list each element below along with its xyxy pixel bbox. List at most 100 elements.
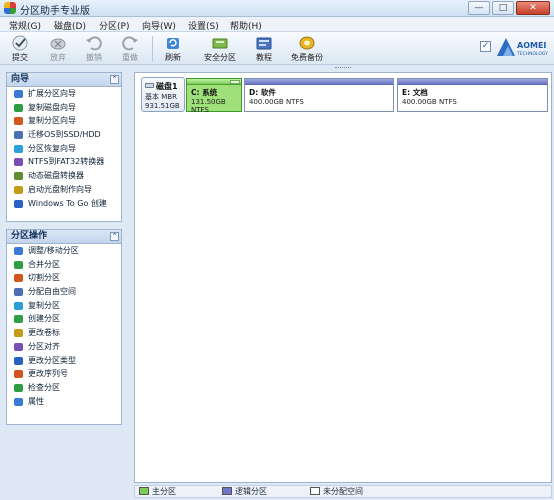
wizard-item[interactable]: 迁移OS到SSD/HDD <box>7 128 121 142</box>
free-backup-button[interactable]: 免费备份 <box>286 34 328 64</box>
partition-op-item[interactable]: 属性 <box>7 395 121 409</box>
toolbar-checkbox[interactable]: ✓ <box>480 41 491 52</box>
partition-op-item[interactable]: 分区对齐 <box>7 340 121 354</box>
ops-collapse-button[interactable]: ⌃ <box>110 232 119 241</box>
partition-op-item-icon <box>14 356 23 365</box>
wizard-item-label: NTFS到FAT32转换器 <box>28 157 105 167</box>
wizard-item-icon <box>14 90 23 98</box>
app-logo-icon <box>4 2 16 14</box>
partition-op-item[interactable]: 复制分区 <box>7 299 121 313</box>
partition-e[interactable]: E: 文档 400.00GB NTFS <box>397 78 548 112</box>
legend-primary-label: 主分区 <box>152 487 176 496</box>
legend-logical-label: 逻辑分区 <box>235 487 267 496</box>
menu-general[interactable]: 常规(G) <box>9 19 41 32</box>
partition-op-item-label: 复制分区 <box>28 300 60 310</box>
partition-name: E: 文档 <box>402 88 428 97</box>
tutorial-icon <box>256 37 272 50</box>
safe-partition-button[interactable]: 安全分区 <box>200 34 240 64</box>
partition-op-item[interactable]: 更改卷标 <box>7 326 121 340</box>
close-button[interactable]: ✕ <box>516 1 550 15</box>
disk-size: 931.51GB <box>145 102 180 110</box>
partition-op-item-label: 更改分区类型 <box>28 355 76 365</box>
wizard-panel: 向导 ⌃ 扩展分区向导 复制磁盘向导复制分区向导 迁移OS到SSD/HDD 分区恢复向… <box>6 72 122 222</box>
wizard-item-icon <box>14 172 23 181</box>
menu-wizard[interactable]: 向导(W) <box>142 19 176 32</box>
undo-label: 撤销 <box>86 53 102 62</box>
partition-op-item-icon <box>14 274 23 283</box>
menu-disk[interactable]: 磁盘(D) <box>54 19 86 32</box>
wizard-collapse-button[interactable]: ⌃ <box>110 75 119 84</box>
redo-button[interactable]: 重做 <box>116 34 144 64</box>
legend-primary-swatch <box>139 487 149 495</box>
wizard-item-icon <box>14 103 23 112</box>
partition-op-item[interactable]: 合并分区 <box>7 258 121 272</box>
legend-unallocated: 未分配空间 <box>310 487 363 497</box>
toolbar-separator <box>152 36 153 62</box>
menu-settings[interactable]: 设置(S) <box>188 19 219 32</box>
partition-name: C: 系统 <box>191 88 218 97</box>
partition-op-item-icon <box>14 288 23 297</box>
partition-op-item[interactable]: 创建分区 <box>7 312 121 326</box>
disk-map-area: 磁盘1 基本 MBR 931.51GB C: 系统 131.50GB NTFS … <box>134 72 552 483</box>
disk-icon <box>145 83 154 88</box>
refresh-label: 刷新 <box>165 53 181 62</box>
ops-panel-title: 分区操作 <box>11 231 48 241</box>
wizard-panel-header: 向导 ⌃ <box>7 73 121 87</box>
partition-op-item-label: 分配自由空间 <box>28 287 76 297</box>
wizard-item[interactable]: 扩展分区向导 <box>7 87 121 101</box>
legend-logical-swatch <box>222 487 232 495</box>
discard-label: 放弃 <box>50 53 66 62</box>
undo-icon <box>86 36 102 51</box>
disk-card[interactable]: 磁盘1 基本 MBR 931.51GB <box>141 77 185 112</box>
redo-icon <box>122 36 138 51</box>
wizard-item-label: 动态磁盘转换器 <box>28 171 84 181</box>
wizard-item-icon <box>14 199 23 208</box>
menu-help[interactable]: 帮助(H) <box>230 19 262 32</box>
partition-c[interactable]: C: 系统 131.50GB NTFS <box>186 78 242 114</box>
discard-button[interactable]: 放弃 <box>44 34 72 64</box>
wizard-item[interactable]: NTFS到FAT32转换器 <box>7 155 121 169</box>
legend-primary: 主分区 <box>139 487 176 497</box>
aomei-logo: AOMEI TECHNOLOGY <box>497 38 548 57</box>
wizard-item-label: 分区恢复向导 <box>28 143 76 153</box>
wizard-item-label: 复制磁盘向导 <box>28 102 76 112</box>
undo-button[interactable]: 撤销 <box>80 34 108 64</box>
wizard-item[interactable]: 动态磁盘转换器 <box>7 169 121 183</box>
partition-capacity: 131.50GB NTFS <box>191 98 226 114</box>
wizard-item[interactable]: Windows To Go 创建 <box>7 197 121 211</box>
wizard-item-icon <box>14 144 23 153</box>
maximize-button[interactable]: □ <box>492 1 514 15</box>
minimize-button[interactable]: — <box>468 1 490 15</box>
refresh-button[interactable]: 刷新 <box>158 34 188 64</box>
ops-list: 调整/移动分区 合并分区 切割分区分配自由空间 复制分区创建分区 更改卷标 分区对齐 更改分… <box>7 244 121 408</box>
wizard-item-icon <box>14 117 23 126</box>
wizard-item[interactable]: 分区恢复向导 <box>7 142 121 156</box>
partition-op-item-icon <box>14 301 23 310</box>
partition-d[interactable]: D: 软件 400.00GB NTFS <box>244 78 394 112</box>
status-bar: 主分区 逻辑分区 未分配空间 <box>134 485 552 498</box>
wizard-item-label: 扩展分区向导 <box>28 89 76 98</box>
partition-op-item-icon <box>14 383 23 392</box>
partition-op-item[interactable]: 切割分区 <box>7 271 121 285</box>
partition-op-item[interactable]: 更改序列号 <box>7 367 121 381</box>
partition-name: D: 软件 <box>249 88 276 97</box>
menu-partition[interactable]: 分区(P) <box>99 19 129 32</box>
wizard-item-icon <box>14 185 23 194</box>
partition-op-item[interactable]: 检查分区 <box>7 381 121 395</box>
free-backup-label: 免费备份 <box>291 53 323 62</box>
partition-op-item-icon <box>14 397 23 406</box>
wizard-item[interactable]: 启动光盘制作向导 <box>7 183 121 197</box>
partition-op-item-icon <box>14 342 23 351</box>
wizard-item[interactable]: 复制分区向导 <box>7 114 121 128</box>
apply-button[interactable]: 提交 <box>6 34 34 64</box>
partition-op-item[interactable]: 调整/移动分区 <box>7 244 121 258</box>
legend-unallocated-swatch <box>310 487 320 495</box>
disk-name: 磁盘1 <box>156 82 178 91</box>
partition-op-item[interactable]: 更改分区类型 <box>7 354 121 368</box>
tutorial-button[interactable]: 教程 <box>250 34 278 64</box>
partition-usage-bar <box>245 79 393 85</box>
wizard-item[interactable]: 复制磁盘向导 <box>7 101 121 115</box>
splitter-grip[interactable] <box>335 67 351 69</box>
partition-op-item[interactable]: 分配自由空间 <box>7 285 121 299</box>
redo-label: 重做 <box>122 53 138 62</box>
